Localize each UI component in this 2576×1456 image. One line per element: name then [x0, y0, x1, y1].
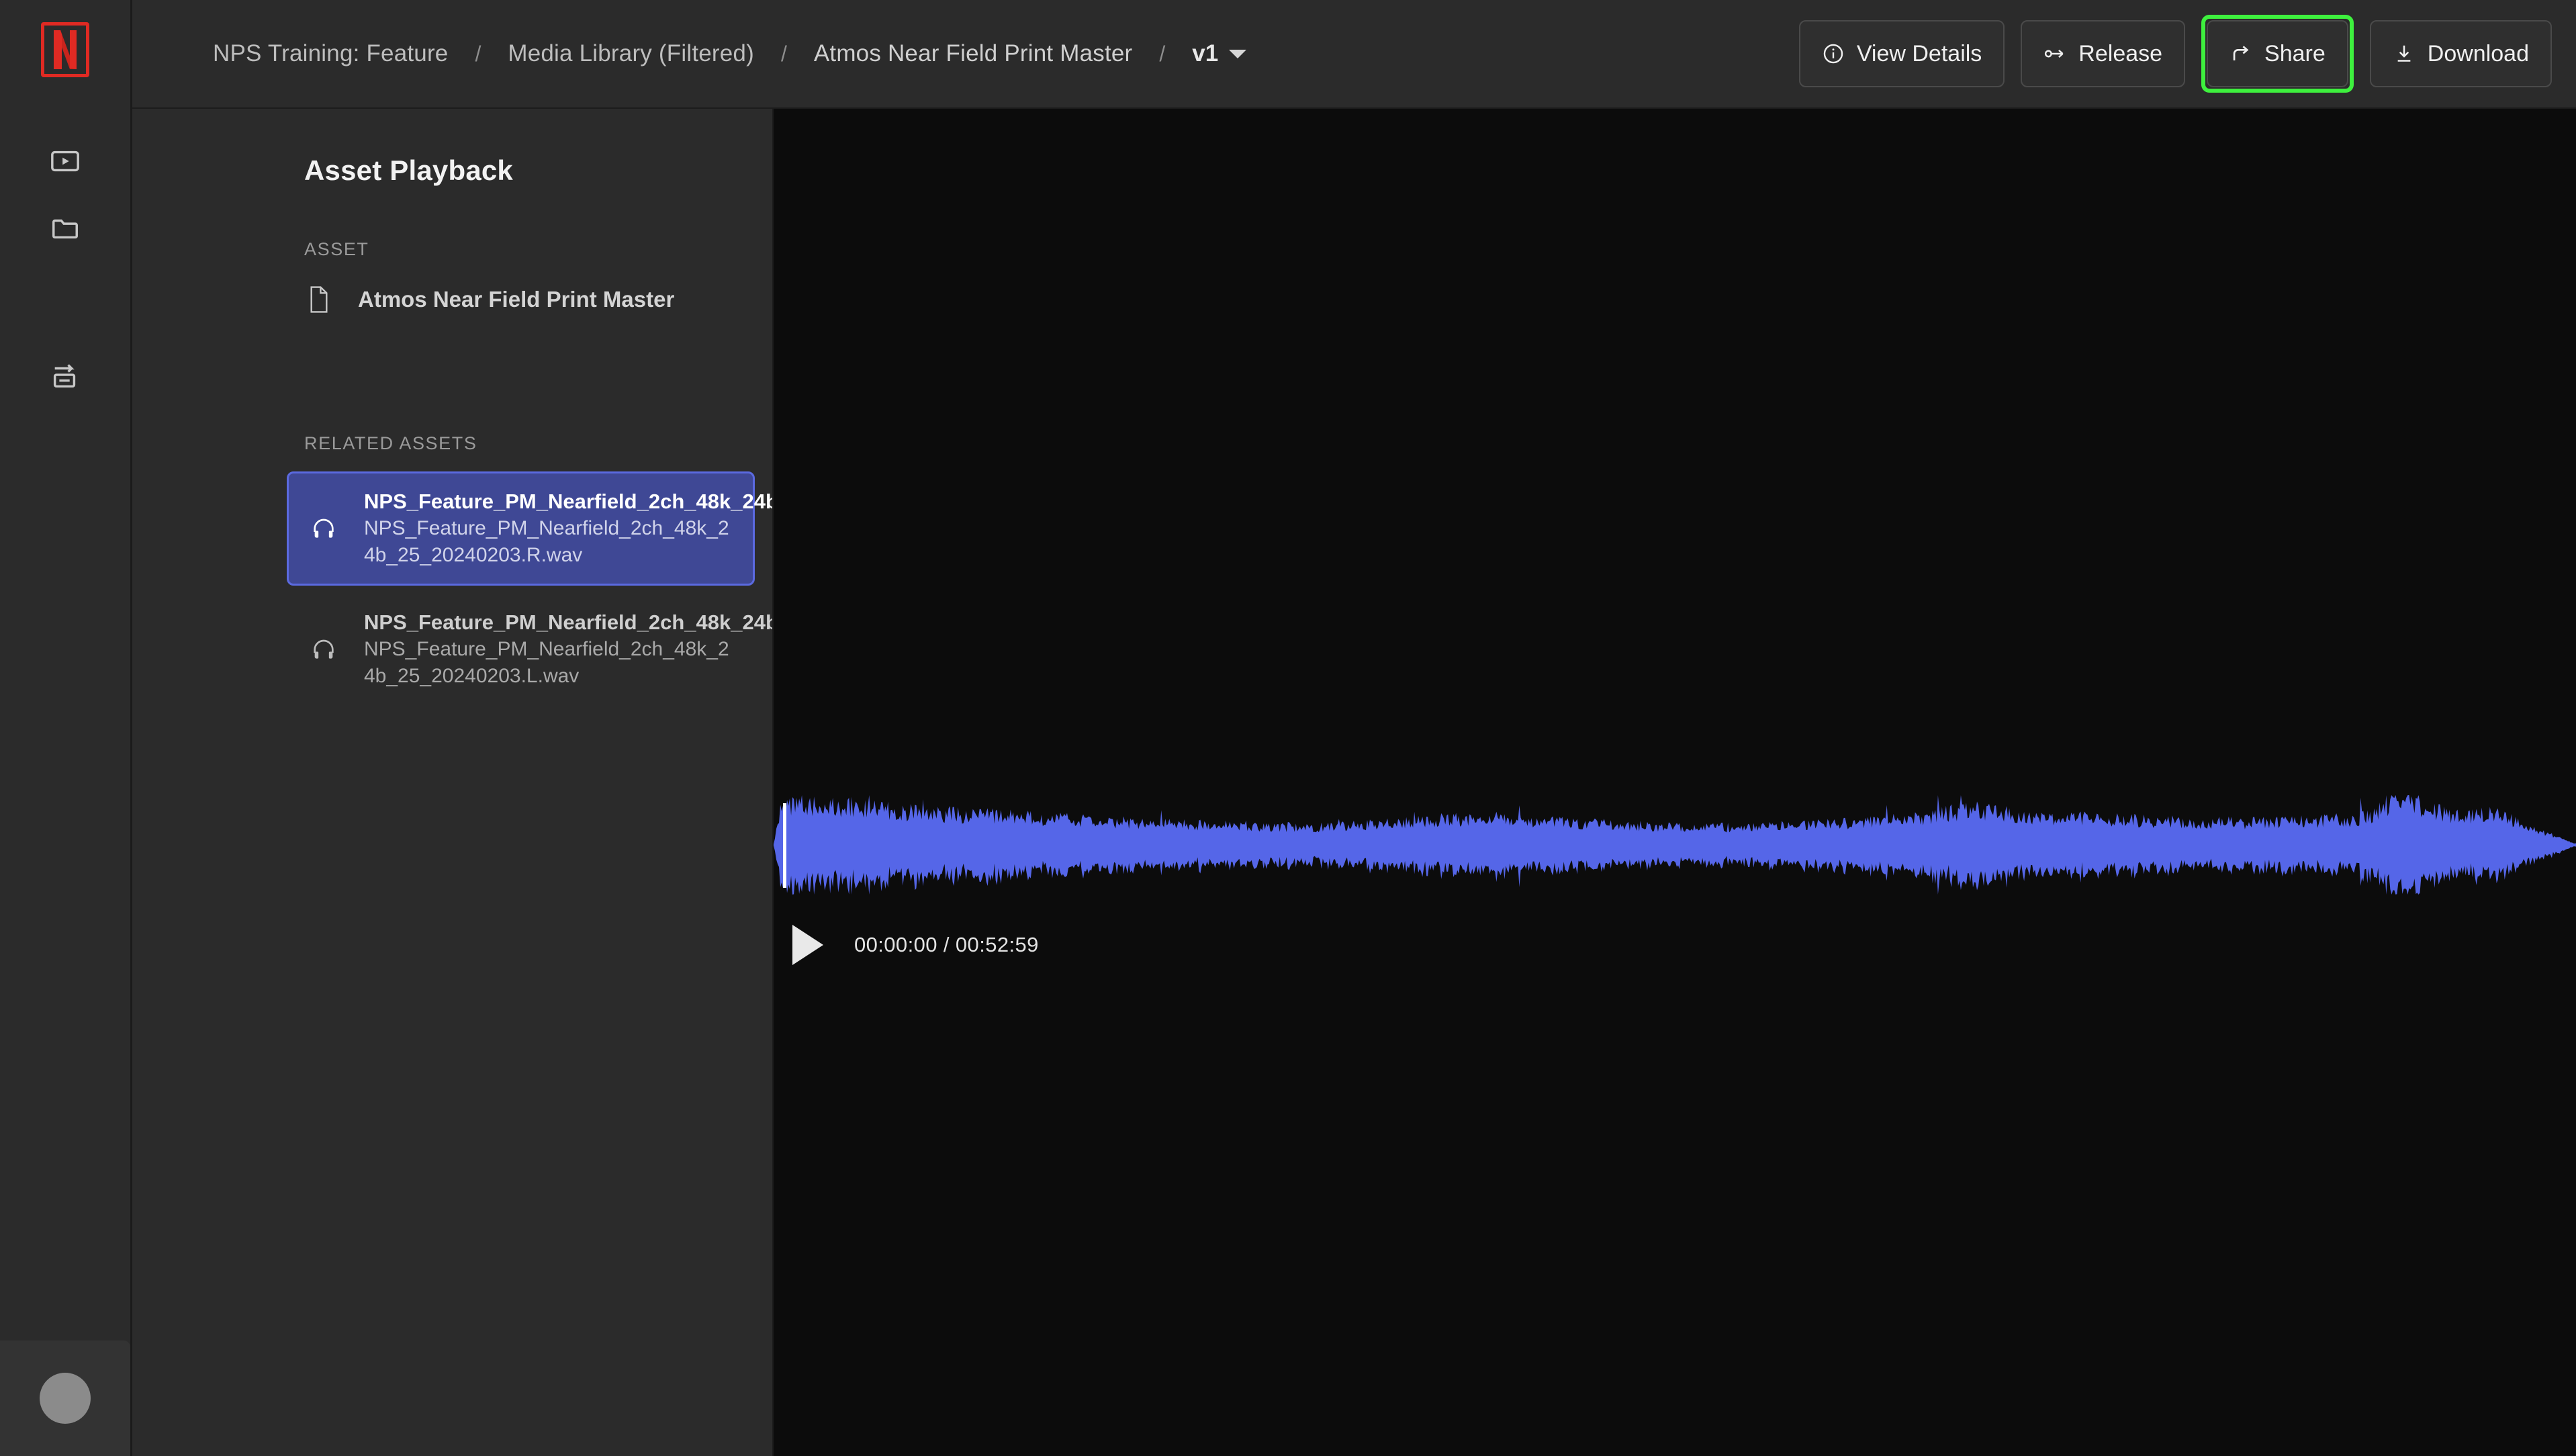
- list-item-meta: NPS_Feature_PM_Nearfield_2ch_48k_24b_2 N…: [364, 488, 772, 569]
- left-icon-rail: [0, 0, 132, 1456]
- top-bar: NPS Training: Feature / Media Library (F…: [132, 0, 2576, 109]
- headphones-icon: [306, 636, 341, 663]
- breadcrumb-separator: /: [780, 41, 787, 66]
- toolbar-actions: View Details Release Share Download: [1798, 15, 2552, 93]
- share-button-wrap: Share: [2201, 15, 2354, 93]
- sidebar-item-library[interactable]: [32, 195, 99, 262]
- rail-icon-list: [0, 128, 130, 410]
- download-button-wrap: Download: [2369, 20, 2552, 87]
- download-button[interactable]: Download: [2369, 20, 2552, 87]
- main-region: NPS Training: Feature / Media Library (F…: [132, 0, 2576, 1456]
- share-label: Share: [2264, 40, 2326, 66]
- related-asset-name: NPS_Feature_PM_Nearfield_2ch_48k_24b_2: [364, 490, 774, 513]
- player-controls: 00:00:00 / 00:52:59: [788, 925, 1039, 965]
- avatar[interactable]: [40, 1373, 91, 1424]
- audio-player: 00:00:00 / 00:52:59: [774, 109, 2576, 1456]
- waveform[interactable]: [774, 794, 2576, 896]
- playhead[interactable]: [783, 803, 786, 888]
- list-item[interactable]: NPS_Feature_PM_Nearfield_2ch_48k_24b_2 N…: [287, 592, 772, 707]
- sidebar-item-transfers[interactable]: [32, 343, 99, 410]
- asset-item[interactable]: Atmos Near Field Print Master: [132, 267, 772, 332]
- play-icon[interactable]: [792, 925, 823, 965]
- related-asset-filename: NPS_Feature_PM_Nearfield_2ch_48k_24b_25_…: [364, 516, 729, 566]
- sidebar-item-player[interactable]: [32, 128, 99, 195]
- list-item-meta: NPS_Feature_PM_Nearfield_2ch_48k_24b_2 N…: [364, 609, 772, 690]
- version-label: v1: [1192, 40, 1219, 66]
- download-label: Download: [2427, 40, 2529, 66]
- view-details-label: View Details: [1856, 40, 1982, 66]
- share-button[interactable]: Share: [2207, 20, 2348, 87]
- headphones-icon: [306, 515, 341, 542]
- release-button[interactable]: Release: [2021, 20, 2186, 87]
- user-avatar-area[interactable]: [0, 1340, 130, 1456]
- view-details-button-wrap: View Details: [1798, 20, 2005, 87]
- related-asset-filename: NPS_Feature_PM_Nearfield_2ch_48k_24b_25_…: [364, 637, 729, 687]
- breadcrumb-separator: /: [1159, 41, 1166, 66]
- file-icon: [304, 285, 334, 314]
- chevron-down-icon: [1229, 49, 1247, 58]
- related-assets-list: NPS_Feature_PM_Nearfield_2ch_48k_24b_2 N…: [132, 471, 772, 707]
- breadcrumb-item-asset[interactable]: Atmos Near Field Print Master: [814, 40, 1133, 67]
- view-details-button[interactable]: View Details: [1798, 20, 2005, 87]
- list-item[interactable]: NPS_Feature_PM_Nearfield_2ch_48k_24b_2 N…: [287, 471, 772, 586]
- page-title: Asset Playback: [304, 154, 513, 186]
- netflix-logo-icon[interactable]: [41, 22, 89, 77]
- version-selector[interactable]: v1: [1192, 40, 1247, 67]
- time-display: 00:00:00 / 00:52:59: [854, 933, 1039, 956]
- related-assets-section-label: RELATED ASSETS: [304, 433, 477, 453]
- breadcrumb-item-project[interactable]: NPS Training: Feature: [213, 40, 448, 67]
- asset-section-label: ASSET: [304, 239, 369, 259]
- breadcrumb-item-media-library[interactable]: Media Library (Filtered): [508, 40, 754, 67]
- asset-name: Atmos Near Field Print Master: [358, 287, 675, 312]
- app-root: NPS Training: Feature / Media Library (F…: [0, 0, 2576, 1456]
- asset-panel: Asset Playback ASSET Atmos Near Field Pr…: [132, 109, 774, 1456]
- related-asset-name: NPS_Feature_PM_Nearfield_2ch_48k_24b_2: [364, 610, 774, 635]
- release-label: Release: [2078, 40, 2163, 66]
- breadcrumb: NPS Training: Feature / Media Library (F…: [213, 40, 1247, 67]
- release-button-wrap: Release: [2021, 20, 2186, 87]
- breadcrumb-separator: /: [475, 41, 481, 66]
- content-body: Asset Playback ASSET Atmos Near Field Pr…: [132, 109, 2576, 1456]
